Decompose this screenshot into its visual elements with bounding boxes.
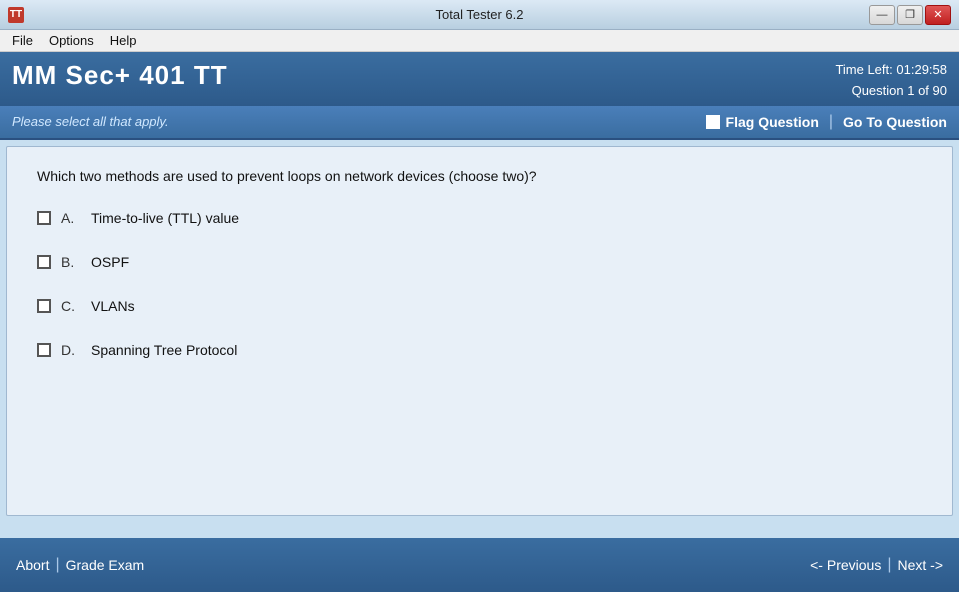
footer-left: Abort | Grade Exam <box>16 556 144 574</box>
previous-button[interactable]: <- Previous <box>810 557 881 573</box>
answer-option-d[interactable]: D. Spanning Tree Protocol <box>37 342 922 358</box>
menu-file[interactable]: File <box>4 31 41 50</box>
answer-letter-d: D. <box>61 342 81 358</box>
answer-option-a[interactable]: A. Time-to-live (TTL) value <box>37 210 922 226</box>
next-button[interactable]: Next -> <box>897 557 943 573</box>
answer-letter-a: A. <box>61 210 81 226</box>
abort-button[interactable]: Abort <box>16 557 49 573</box>
sub-header-controls: Flag Question | Go To Question <box>706 113 947 131</box>
question-text: Which two methods are used to prevent lo… <box>37 167 922 187</box>
subheader-divider: | <box>829 113 833 131</box>
checkbox-d[interactable] <box>37 343 51 357</box>
main-content: Which two methods are used to prevent lo… <box>6 146 953 516</box>
go-to-question-button[interactable]: Go To Question <box>843 114 947 130</box>
app-title: MM Sec+ 401 TT <box>12 60 228 91</box>
title-bar: TT Total Tester 6.2 — ❐ ✕ <box>0 0 959 30</box>
time-value: 01:29:58 <box>896 62 947 77</box>
grade-exam-button[interactable]: Grade Exam <box>66 557 145 573</box>
checkbox-a[interactable] <box>37 211 51 225</box>
title-bar-buttons: — ❐ ✕ <box>869 5 951 25</box>
footer: Abort | Grade Exam <- Previous | Next -> <box>0 538 959 592</box>
menu-help[interactable]: Help <box>102 31 145 50</box>
answer-text-d: Spanning Tree Protocol <box>91 342 237 358</box>
sub-header: Please select all that apply. Flag Quest… <box>0 106 959 140</box>
flag-checkbox[interactable] <box>706 115 720 129</box>
answer-text-c: VLANs <box>91 298 135 314</box>
timer-info: Time Left: 01:29:58 Question 1 of 90 <box>835 60 947 102</box>
restore-button[interactable]: ❐ <box>897 5 923 25</box>
footer-wrapper: #3689 Abort | Grade Exam <- Previous | N… <box>0 576 959 592</box>
footer-nav-divider: | <box>887 556 891 574</box>
footer-right: <- Previous | Next -> <box>810 556 943 574</box>
title-bar-left: TT <box>8 7 24 23</box>
app-header: MM Sec+ 401 TT Time Left: 01:29:58 Quest… <box>0 52 959 106</box>
answer-letter-c: C. <box>61 298 81 314</box>
menu-options[interactable]: Options <box>41 31 102 50</box>
answer-letter-b: B. <box>61 254 81 270</box>
time-left-label: Time Left: <box>835 62 892 77</box>
answer-text-a: Time-to-live (TTL) value <box>91 210 239 226</box>
close-button[interactable]: ✕ <box>925 5 951 25</box>
flag-question-label[interactable]: Flag Question <box>726 114 819 130</box>
answer-option-c[interactable]: C. VLANs <box>37 298 922 314</box>
question-info: Question 1 of 90 <box>835 81 947 102</box>
answer-option-b[interactable]: B. OSPF <box>37 254 922 270</box>
answer-text-b: OSPF <box>91 254 129 270</box>
menu-bar: File Options Help <box>0 30 959 52</box>
instruction-text: Please select all that apply. <box>12 114 169 129</box>
window-title: Total Tester 6.2 <box>436 7 524 22</box>
time-left-row: Time Left: 01:29:58 <box>835 60 947 81</box>
minimize-button[interactable]: — <box>869 5 895 25</box>
app-icon: TT <box>8 7 24 23</box>
checkbox-c[interactable] <box>37 299 51 313</box>
checkbox-b[interactable] <box>37 255 51 269</box>
footer-left-divider: | <box>55 556 59 574</box>
